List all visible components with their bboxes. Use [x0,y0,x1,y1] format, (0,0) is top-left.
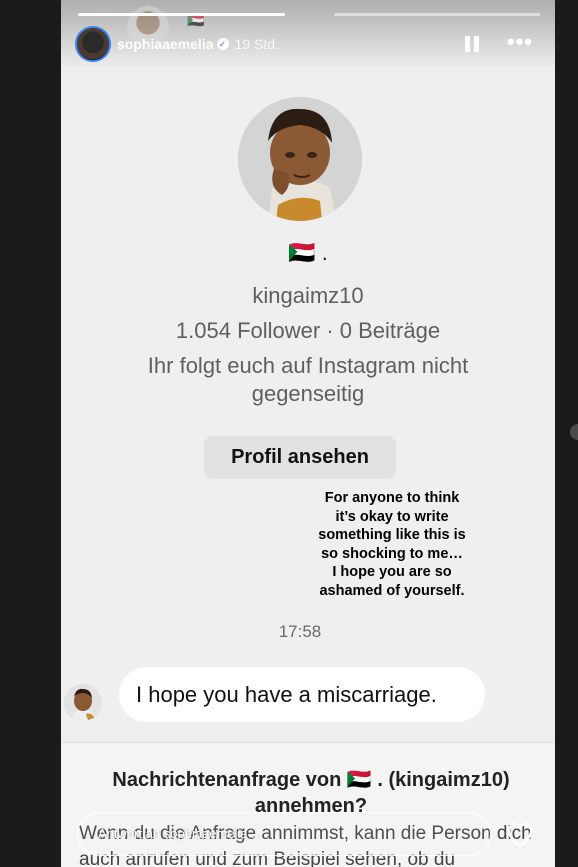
heart-icon[interactable] [505,820,535,850]
story-header: sophiaaemelia ✓ 19 Std. ••• [75,26,541,62]
message-bubble: I hope you have a miscarriage. [119,667,485,722]
mutual-follow-text: Ihr folgt euch auf Instagram nicht gegen… [147,353,469,406]
verified-badge-icon: ✓ [216,38,229,50]
profile-avatar [238,97,362,221]
time-ago: 19 Std. [234,36,279,52]
story-viewer[interactable]: 🇸🇩 sophiaaemelia ✓ 19 Std. ••• 🇸🇩 . king… [61,0,555,867]
progress-segment [333,13,540,16]
profile-stats: 1.054 Follower · 0 Beiträge [175,318,441,343]
profile-handle: kingaimz10 [252,283,364,308]
story-caption: For anyone to think it’s okay to write s… [318,490,466,599]
message-timestamp: 17:58 [278,622,322,641]
more-icon[interactable]: ••• [507,31,533,53]
next-story-button[interactable] [570,424,578,440]
sender-avatar [64,684,102,722]
avatar[interactable] [75,26,111,62]
reply-input[interactable]: Antwort an sophiaaemelia ... [77,812,491,856]
progress-segment [78,13,285,16]
username[interactable]: sophiaaemelia [117,36,214,52]
view-profile-button[interactable]: Profil ansehen [204,436,396,479]
profile-display-name: 🇸🇩 . [288,240,328,265]
story-progress [78,13,540,16]
pause-icon[interactable] [465,36,479,52]
progress-fill [78,13,285,16]
